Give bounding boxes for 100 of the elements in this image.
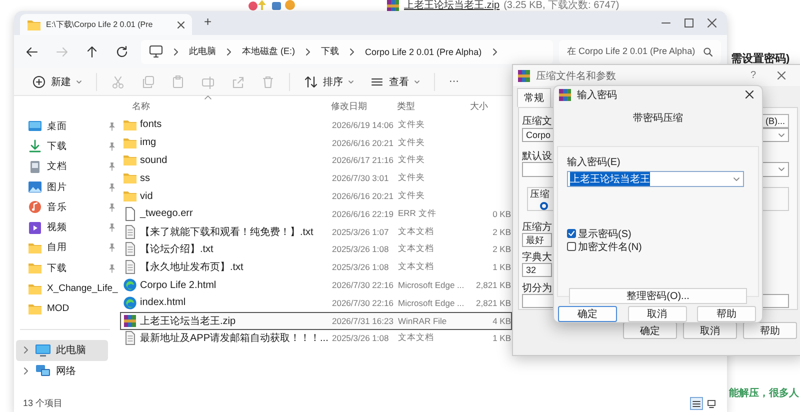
file-row[interactable]: vid 2026/6/16 20:21 文件夹 xyxy=(120,187,512,205)
method-dropdown[interactable]: 最好 xyxy=(522,233,552,247)
tab[interactable]: 常规 xyxy=(517,88,551,107)
back-icon[interactable] xyxy=(25,44,39,58)
window-title: 压缩文件名和参数 xyxy=(536,70,617,82)
archive-icon xyxy=(517,68,531,82)
sidebar-item[interactable]: MOD xyxy=(14,298,118,319)
browse-button[interactable]: (B)... xyxy=(762,114,789,128)
expand-icon[interactable] xyxy=(22,345,30,356)
sidebar-item[interactable]: 下载 xyxy=(14,136,118,157)
tiles-view-icon xyxy=(707,400,716,408)
column-header[interactable]: 修改日期 xyxy=(331,100,397,112)
dialog-button[interactable]: 帮助 xyxy=(743,322,797,339)
file-name: fonts xyxy=(140,119,162,130)
file-size: 0 KB xyxy=(492,208,511,219)
folder-icon xyxy=(123,136,137,149)
archive-icon xyxy=(123,314,137,328)
new-tab-button[interactable]: + xyxy=(204,14,212,28)
details-view-icon xyxy=(692,400,701,408)
sidebar-item[interactable]: 视频 xyxy=(14,217,118,238)
maximize-icon[interactable] xyxy=(684,18,694,28)
file-date: 2026/6/16 20:21 xyxy=(332,138,394,148)
up-icon[interactable] xyxy=(85,44,99,58)
file-date: 2026/6/19 14:06 xyxy=(332,120,394,130)
dialog-button[interactable]: 取消 xyxy=(628,306,686,322)
sidebar-item[interactable]: 自用 xyxy=(14,238,118,258)
help-button[interactable]: ? xyxy=(750,70,756,81)
file-name: 最新地址及APP请发邮箱自动获取！！！... xyxy=(140,332,328,346)
folder-icon xyxy=(123,154,137,166)
dialog-button[interactable]: 确定 xyxy=(558,306,617,322)
file-row[interactable]: Corpo Life 2.html 2026/7/30 22:16 Microsoft Edge ... 2,821 KB xyxy=(120,276,512,294)
file-name: Corpo Life 2.html xyxy=(140,280,216,291)
sidebar-item[interactable]: 下载 xyxy=(14,258,118,278)
breadcrumb-item[interactable]: 下载 xyxy=(321,45,339,58)
sidebar-item[interactable]: 网络 xyxy=(16,360,108,382)
file-row[interactable]: fonts 2026/6/19 14:06 文件夹 xyxy=(120,116,512,134)
dialog-button[interactable]: 确定 xyxy=(623,322,677,339)
sidebar-item[interactable]: X_Change_Life_ xyxy=(14,278,118,299)
close-icon[interactable] xyxy=(177,20,185,28)
download-link[interactable]: 上老王论坛当老王.zip xyxy=(404,0,500,11)
column-header[interactable]: 类型 xyxy=(397,100,470,112)
view-button[interactable] xyxy=(690,397,703,410)
file-row[interactable]: 最新地址及APP请发邮箱自动获取！！！... 2025/3/26 1:08 文本文档 1 KB xyxy=(120,330,512,348)
checkbox-option[interactable]: 加密文件名(N) xyxy=(567,240,749,253)
file-row[interactable]: ss 2026/7/30 3:01 文件夹 xyxy=(120,169,512,188)
sidebar-item[interactable]: 桌面 xyxy=(14,116,118,136)
tab[interactable]: E:\下载\Corpo Life 2 0.01 (Pre xyxy=(20,14,192,35)
new-button[interactable]: 新建 xyxy=(24,74,90,88)
dialog-button[interactable]: 帮助 xyxy=(697,306,756,322)
breadcrumb-item[interactable]: 本地磁盘 (E:) xyxy=(242,45,295,58)
folder-icon xyxy=(28,242,42,254)
checkbox[interactable] xyxy=(567,242,576,251)
chevron-icon xyxy=(172,46,180,56)
more-button[interactable]: ··· xyxy=(441,76,467,87)
folder-icon xyxy=(123,118,137,131)
file-type: 文本文档 xyxy=(398,332,435,344)
expand-icon[interactable] xyxy=(22,366,30,376)
file-type: ERR 文件 xyxy=(398,208,438,220)
refresh-icon[interactable] xyxy=(115,44,129,58)
dropdown-icon xyxy=(733,176,740,182)
sidebar-item[interactable]: 音乐 xyxy=(14,197,118,218)
close-icon[interactable] xyxy=(745,90,754,99)
sidebar-item[interactable]: 此电脑 xyxy=(16,340,108,361)
file-row[interactable]: img 2026/6/16 20:21 文件夹 xyxy=(120,134,512,152)
file-row[interactable]: _tweego.err 2026/6/16 22:19 ERR 文件 0 KB xyxy=(120,204,512,223)
close-icon[interactable] xyxy=(777,71,786,80)
search-field[interactable]: 在 Corpo Life 2 0.01 (Pre Alpha) xyxy=(559,40,721,64)
view-button[interactable]: 查看 xyxy=(362,74,428,88)
close-icon[interactable] xyxy=(707,18,717,28)
file-icon xyxy=(123,206,137,221)
radio-button[interactable] xyxy=(540,202,548,210)
file-name: 【论坛介绍】.txt xyxy=(140,242,214,256)
file-row[interactable]: 【永久地址发布页】.txt 2025/3/26 1:08 文本文档 1 KB xyxy=(120,258,512,276)
file-row[interactable]: 上老王论坛当老王.zip 2026/7/31 16:23 WinRAR File 4 KB xyxy=(120,312,512,330)
video-icon xyxy=(28,220,42,235)
organize-passwords-button[interactable]: 整理密码(O)... xyxy=(569,288,747,304)
dictionary-dropdown[interactable]: 32 xyxy=(522,263,552,277)
file-row[interactable]: 【论坛介绍】.txt 2025/3/26 1:08 文本文档 2 KB xyxy=(120,240,512,258)
file-row[interactable]: 【来了就能下载和观看！纯免费！】.txt 2025/3/26 1:07 文本文档 2 KB xyxy=(120,222,512,241)
column-header[interactable]: 名称 xyxy=(120,100,331,112)
address-bar[interactable]: 此电脑 本地磁盘 (E:) 下载 Corpo Life 2 0.01 (Pre Alpha) xyxy=(141,40,553,64)
sort-button[interactable]: 排序 xyxy=(296,74,362,88)
view-button[interactable] xyxy=(705,397,718,410)
download-icon xyxy=(28,139,42,154)
file-date: 2026/6/17 21:16 xyxy=(332,155,394,166)
file-name: 【来了就能下载和观看！纯免费！】.txt xyxy=(140,226,314,239)
breadcrumb-item[interactable]: Corpo Life 2 0.01 (Pre Alpha) xyxy=(365,46,482,56)
checkbox-option[interactable]: 显示密码(S) xyxy=(567,227,749,240)
column-header[interactable]: 大小 xyxy=(470,100,488,112)
checkbox[interactable] xyxy=(567,229,576,238)
file-type: 文本文档 xyxy=(398,226,435,238)
dialog-button[interactable]: 取消 xyxy=(683,322,737,339)
text-file-icon xyxy=(123,331,137,346)
password-field[interactable]: 上老王论坛当老王 xyxy=(567,171,744,187)
field-label: 输入密码(E) xyxy=(567,157,620,168)
breadcrumb-item[interactable]: 此电脑 xyxy=(189,45,216,58)
sidebar-item[interactable]: 文档 xyxy=(14,156,118,177)
file-row[interactable]: index.html 2026/7/30 22:16 Microsoft Edge ... 2,821 KB xyxy=(120,294,512,312)
file-row[interactable]: sound 2026/6/17 21:16 文件夹 xyxy=(120,152,512,170)
sidebar-item[interactable]: 图片 xyxy=(14,176,118,198)
